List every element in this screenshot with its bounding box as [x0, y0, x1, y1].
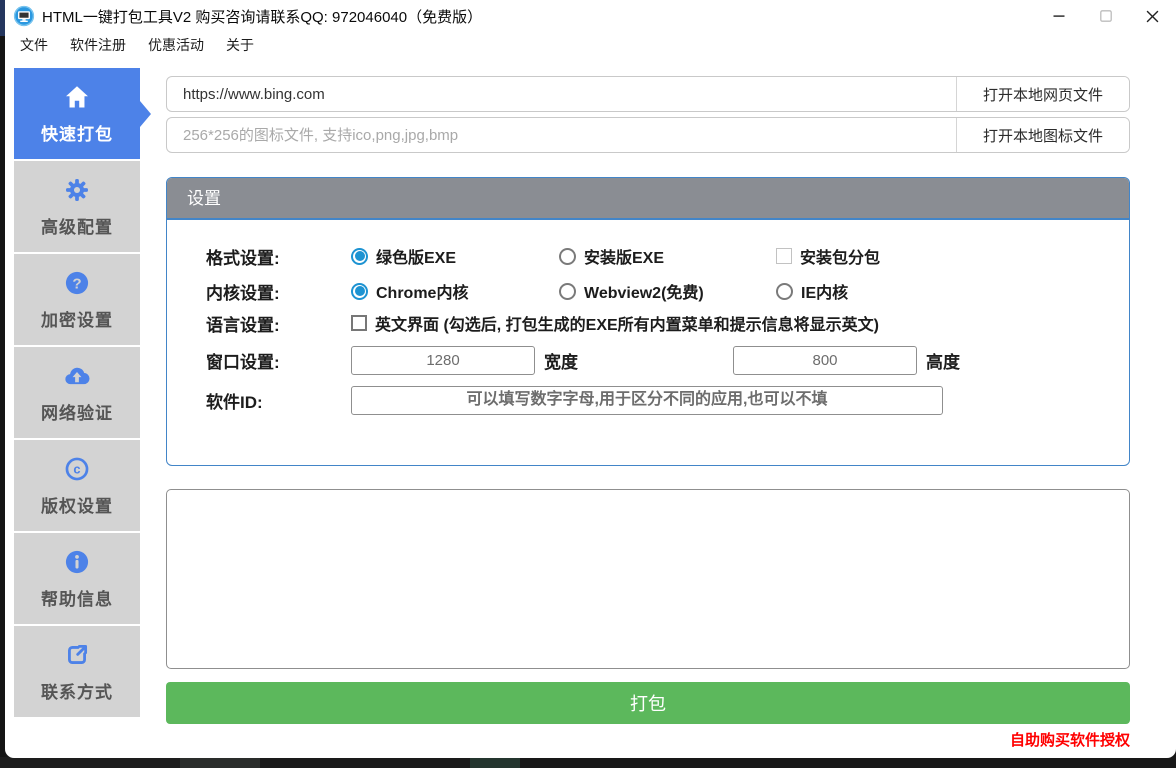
kernel-settings-label: 内核设置:	[206, 283, 280, 303]
settings-panel-body: 格式设置: 绿色版EXE 安装版EXE 安装包分包 内核设置: Chrome内核…	[167, 245, 1129, 465]
sidebar-item-label: 加密设置	[41, 310, 113, 330]
buy-license-link[interactable]: 自助购买软件授权	[1010, 732, 1130, 749]
menu-item-register[interactable]: 软件注册	[59, 32, 137, 58]
sidebar-item-network-verify[interactable]: 网络验证	[14, 347, 140, 438]
sidebar-item-label: 网络验证	[41, 403, 113, 423]
open-local-icon-file-button[interactable]: 打开本地图标文件	[956, 118, 1129, 152]
split-package-label[interactable]: 安装包分包	[800, 244, 880, 268]
share-icon	[63, 641, 91, 669]
sidebar-item-label: 联系方式	[41, 682, 113, 702]
buy-license-row: 自助购买软件授权	[166, 729, 1130, 750]
ie-kernel-radio[interactable]	[776, 282, 793, 300]
sidebar-item-copyright[interactable]: c 版权设置	[14, 440, 140, 531]
main-content: 打开本地网页文件 打开本地图标文件 设置 格式设置: 绿色版EXE 安装版EXE	[166, 76, 1130, 750]
window-controls	[1035, 0, 1176, 32]
sidebar-item-label: 帮助信息	[41, 589, 113, 609]
question-circle-icon: ?	[63, 269, 91, 297]
taskbar-sliver	[0, 757, 1176, 768]
language-settings-row: 语言设置: 英文界面 (勾选后, 打包生成的EXE所有内置菜单和提示信息将显示英…	[167, 311, 1129, 335]
settings-panel: 设置 格式设置: 绿色版EXE 安装版EXE 安装包分包 内核设置: Chrom…	[166, 177, 1130, 466]
window-size-row: 窗口设置: 宽度 高度	[167, 345, 1129, 375]
icon-input-group: 打开本地图标文件	[166, 117, 1130, 153]
green-exe-radio[interactable]	[351, 247, 368, 265]
close-button[interactable]	[1129, 0, 1176, 32]
window-width-input[interactable]	[351, 345, 535, 375]
gear-icon	[63, 176, 91, 204]
maximize-button[interactable]	[1082, 0, 1129, 32]
url-input[interactable]	[167, 77, 956, 111]
sidebar-item-label: 高级配置	[41, 217, 113, 237]
url-input-group: 打开本地网页文件	[166, 76, 1130, 112]
width-unit-label: 宽度	[544, 352, 578, 372]
app-id-input[interactable]	[351, 385, 943, 415]
height-unit-label: 高度	[926, 352, 960, 372]
english-ui-label[interactable]: 英文界面 (勾选后, 打包生成的EXE所有内置菜单和提示信息将显示英文)	[375, 311, 879, 335]
menu-item-promotions[interactable]: 优惠活动	[137, 32, 215, 58]
settings-panel-title: 设置	[167, 178, 1129, 220]
sidebar-item-contact[interactable]: 联系方式	[14, 626, 140, 717]
english-ui-checkbox[interactable]	[351, 315, 367, 331]
menu-item-file[interactable]: 文件	[9, 32, 59, 58]
sidebar-item-label: 版权设置	[41, 496, 113, 516]
cloud-upload-icon	[63, 362, 91, 390]
minimize-button[interactable]	[1035, 0, 1082, 32]
open-local-web-file-button[interactable]: 打开本地网页文件	[956, 77, 1129, 111]
format-settings-row: 格式设置: 绿色版EXE 安装版EXE 安装包分包	[167, 244, 1129, 268]
kernel-settings-row: 内核设置: Chrome内核 Webview2(免费) IE内核	[167, 279, 1129, 303]
sidebar-item-advanced-config[interactable]: 高级配置	[14, 161, 140, 252]
app-window: HTML一键打包工具V2 购买咨询请联系QQ: 972046040（免费版） 文…	[5, 0, 1176, 758]
app-id-row: 软件ID:	[167, 385, 1129, 415]
installer-exe-label[interactable]: 安装版EXE	[584, 244, 664, 268]
language-settings-label: 语言设置:	[206, 315, 280, 335]
format-settings-label: 格式设置:	[206, 248, 280, 268]
window-height-input[interactable]	[733, 345, 917, 375]
sidebar-item-label: 快速打包	[41, 124, 113, 144]
copyright-icon: c	[63, 455, 91, 483]
chrome-kernel-radio[interactable]	[351, 282, 368, 300]
sidebar-item-help[interactable]: 帮助信息	[14, 533, 140, 624]
webview2-kernel-radio[interactable]	[559, 282, 576, 300]
app-icon	[13, 5, 35, 27]
sidebar: 快速打包 高级配置 ? 加密设置 网络验证 c 版权设置 帮助信息 联系方式	[14, 68, 151, 719]
window-title: HTML一键打包工具V2 购买咨询请联系QQ: 972046040（免费版）	[42, 8, 483, 26]
svg-text:?: ?	[72, 275, 81, 292]
window-size-label: 窗口设置:	[206, 352, 280, 372]
titlebar: HTML一键打包工具V2 购买咨询请联系QQ: 972046040（免费版）	[5, 0, 1176, 32]
ie-kernel-label[interactable]: IE内核	[801, 279, 848, 303]
log-output[interactable]	[166, 489, 1130, 669]
green-exe-label[interactable]: 绿色版EXE	[376, 244, 456, 268]
svg-text:c: c	[73, 461, 80, 476]
split-package-checkbox[interactable]	[776, 248, 792, 264]
home-icon	[63, 83, 91, 111]
webview2-kernel-label[interactable]: Webview2(免费)	[584, 279, 704, 303]
sidebar-item-encryption[interactable]: ? 加密设置	[14, 254, 140, 345]
installer-exe-radio[interactable]	[559, 247, 576, 265]
info-circle-icon	[63, 548, 91, 576]
menubar: 文件 软件注册 优惠活动 关于	[5, 32, 1176, 58]
sidebar-item-quick-pack[interactable]: 快速打包	[14, 68, 151, 159]
menu-item-about[interactable]: 关于	[215, 32, 265, 58]
icon-file-input[interactable]	[167, 118, 956, 152]
chrome-kernel-label[interactable]: Chrome内核	[376, 279, 468, 303]
app-id-label: 软件ID:	[206, 392, 263, 412]
pack-button[interactable]: 打包	[166, 682, 1130, 724]
